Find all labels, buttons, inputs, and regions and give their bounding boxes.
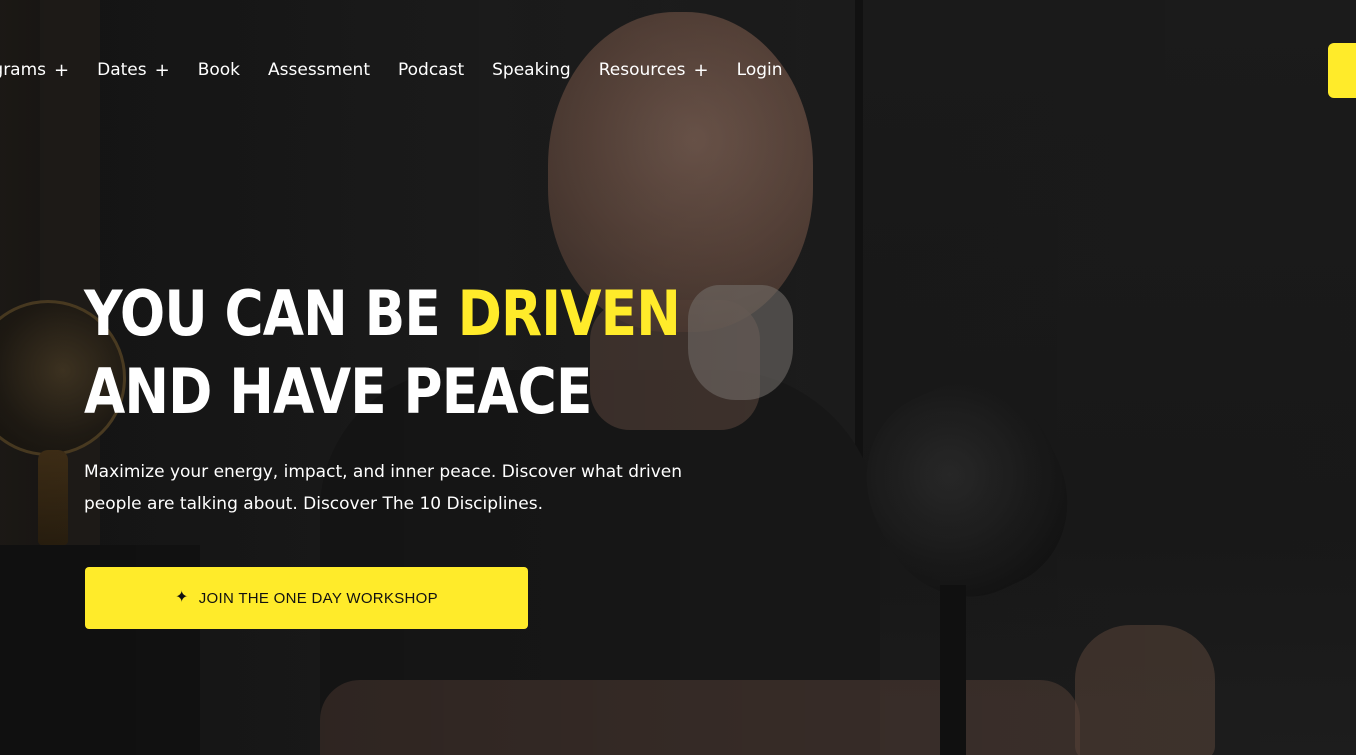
nav-item-label: Login bbox=[736, 60, 783, 80]
nav-item-resources[interactable]: Resources + bbox=[599, 56, 709, 84]
plus-icon: + bbox=[54, 59, 70, 81]
headline-accent: DRIVEN bbox=[457, 277, 681, 350]
nav-item-label: Speaking bbox=[492, 60, 571, 80]
headline-text: YOU CAN BE bbox=[84, 277, 458, 350]
nav-item-speaking[interactable]: Speaking bbox=[492, 56, 571, 84]
plus-icon: + bbox=[154, 59, 170, 81]
nav-item-label: Dates bbox=[97, 60, 147, 80]
header-cta-button[interactable] bbox=[1328, 43, 1356, 98]
hero-headline: YOU CAN BE DRIVEN AND HAVE PEACE bbox=[84, 275, 681, 431]
nav-item-label: Podcast bbox=[398, 60, 465, 80]
nav-item-login[interactable]: Login bbox=[737, 56, 783, 84]
nav-item-podcast[interactable]: Podcast bbox=[398, 56, 464, 84]
nav-item-dates[interactable]: Dates + bbox=[97, 56, 170, 84]
join-workshop-button[interactable]: ✦ JOIN THE ONE DAY WORKSHOP bbox=[85, 567, 528, 629]
nav-item-label: ograms bbox=[0, 60, 47, 80]
sparkle-icon: ✦ bbox=[175, 589, 189, 606]
nav-item-label: Resources bbox=[598, 60, 686, 80]
nav-item-book[interactable]: Book bbox=[198, 56, 240, 84]
headline-text-line2: AND HAVE PEACE bbox=[84, 355, 592, 428]
cta-label: JOIN THE ONE DAY WORKSHOP bbox=[198, 589, 438, 607]
hero-section: ograms + Dates + Book Assessment Podcast… bbox=[0, 0, 1356, 755]
plus-icon: + bbox=[693, 59, 709, 81]
nav-item-assessment[interactable]: Assessment bbox=[268, 56, 370, 84]
main-nav: ograms + Dates + Book Assessment Podcast… bbox=[0, 56, 783, 84]
nav-item-label: Book bbox=[197, 60, 241, 80]
nav-item-programs[interactable]: ograms + bbox=[0, 56, 69, 84]
hero-subtext: Maximize your energy, impact, and inner … bbox=[84, 462, 683, 514]
nav-item-label: Assessment bbox=[268, 60, 370, 80]
